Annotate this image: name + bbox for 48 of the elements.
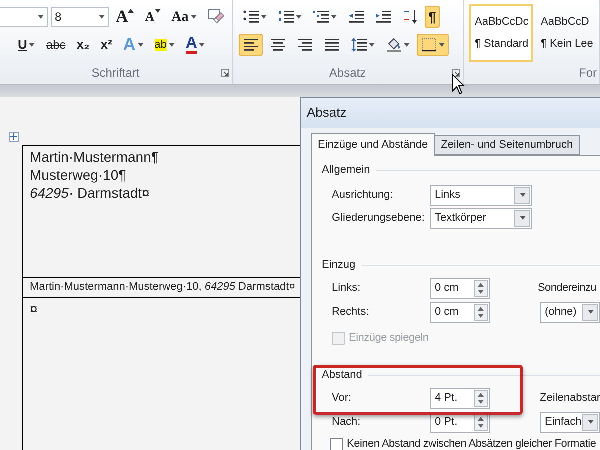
cell-text: Martin·Mustermann¶ [30, 148, 159, 166]
spin-field[interactable]: 0 cm [430, 278, 490, 298]
group-label: Schriftart [92, 65, 140, 82]
superscript-button[interactable]: x² [96, 34, 116, 56]
style-preset[interactable]: AaBbCcDc ¶ Standard [469, 4, 533, 62]
underline-button[interactable]: U [14, 34, 40, 56]
field-label: Nach: [332, 414, 362, 430]
grow-font-button[interactable]: A [112, 6, 138, 28]
style-name: ¶ Standard [475, 37, 529, 52]
cell-text: Martin·Mustermann·Musterweg·10, 64295 Darmstadt¤ [30, 280, 296, 295]
style-name: ¶ Kein Lee [541, 37, 594, 52]
font-size-field[interactable]: 8 [51, 7, 109, 27]
field-label: Ausrichtung: [332, 188, 394, 203]
dropdown[interactable]: Einfach [540, 412, 600, 432]
spin-field[interactable]: 4 Pt. [430, 388, 490, 408]
subscript-button[interactable]: x₂ [72, 34, 94, 56]
show-marks-button[interactable]: ¶ [424, 6, 440, 28]
dialog-tab[interactable]: Einzüge und Abstände [311, 133, 436, 156]
field-label: Zeilenabstar [540, 390, 600, 406]
style-preview: AaBbCcD [541, 14, 590, 30]
strikethrough-button[interactable]: abc [42, 34, 70, 56]
cell-text: Musterweg·10¶ [30, 166, 126, 184]
field-label: Links: [332, 280, 362, 296]
highlight-button[interactable]: ab [150, 34, 179, 56]
spin-field[interactable]: 0 cm [430, 302, 490, 322]
field-label: Vor: [332, 390, 353, 406]
cell-text: ¤ [30, 300, 38, 318]
style-preset[interactable]: AaBbCcD ¶ Kein Lee [535, 4, 599, 62]
shrink-font-button[interactable]: A [141, 6, 165, 28]
cell-text: 64295· Darmstadt¤ [30, 184, 150, 202]
checkbox-label: Keinen Abstand zwischen Absätzen gleicher Formatie [347, 436, 596, 450]
dialog-tab[interactable]: Zeilen- und Seitenumbruch [435, 135, 580, 155]
section-heading: Allgemein [322, 162, 370, 178]
change-case-button[interactable]: Aa [168, 6, 201, 28]
dialog-title: Absatz [307, 104, 347, 122]
field-label: Gliederungsebene: [332, 210, 426, 226]
dropdown[interactable]: Links [430, 184, 532, 206]
field-label: Rechts: [332, 304, 370, 320]
group-label: For [579, 65, 597, 82]
field-label: Sondereinzu [538, 280, 596, 296]
font-color-button[interactable]: A [182, 34, 210, 56]
style-preview: AaBbCcDc [475, 14, 529, 30]
section-heading: Einzug [322, 258, 356, 273]
group-label: Absatz [329, 65, 366, 82]
dropdown[interactable]: Textkörper [430, 208, 532, 228]
section-heading: Abstand [322, 368, 362, 383]
dropdown[interactable]: (ohne) [540, 302, 600, 322]
checkbox-label: Einzüge spiegeln [349, 330, 429, 346]
